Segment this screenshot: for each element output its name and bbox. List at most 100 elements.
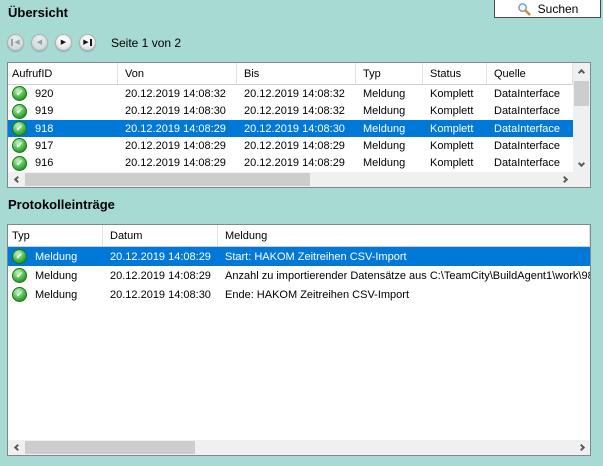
previous-page-icon: ◀ (37, 39, 42, 46)
scrollbar-corner (573, 172, 590, 187)
scroll-right-button[interactable] (574, 440, 590, 455)
cell-aufrufid: ✔916 (8, 155, 118, 172)
column-header-quelle[interactable]: Quelle (487, 63, 573, 84)
cell-typ-text: Meldung (35, 251, 77, 263)
overview-table-header: AufrufID Von Bis Typ Status Quelle (8, 63, 573, 85)
cell-typ-text: Meldung (35, 270, 77, 282)
success-icon: ✔ (12, 156, 27, 171)
last-page-icon (90, 39, 92, 46)
cell-meldung: Ende: HAKOM Zeitreihen CSV-Import (218, 285, 590, 304)
cell-meldung: Start: HAKOM Zeitreihen CSV-Import (218, 247, 590, 266)
log-table-header: Typ Datum Meldung (8, 225, 590, 247)
overview-table-body: ✔92020.12.2019 14:08:3220.12.2019 14:08:… (8, 85, 573, 172)
cell-status: Komplett (423, 137, 487, 154)
scroll-left-button[interactable] (8, 172, 24, 187)
cell-typ: Meldung (356, 102, 423, 119)
last-page-button[interactable]: ▶ (79, 34, 96, 51)
cell-status: Komplett (423, 85, 487, 102)
log-table-row[interactable]: ✔Meldung20.12.2019 14:08:29Anzahl zu imp… (8, 266, 590, 285)
overview-table: AufrufID Von Bis Typ Status Quelle ✔9202… (7, 62, 591, 188)
first-page-icon (11, 39, 13, 46)
log-table-empty-area (8, 344, 590, 441)
success-icon: ✔ (12, 138, 27, 153)
cell-quelle: DataInterface (487, 120, 573, 137)
chevron-down-icon (578, 159, 585, 166)
cell-von: 20.12.2019 14:08:32 (118, 85, 237, 102)
cell-bis: 20.12.2019 14:08:29 (237, 155, 356, 172)
last-page-icon-arrow: ▶ (83, 39, 88, 46)
column-header-von[interactable]: Von (118, 63, 237, 84)
column-header-bis[interactable]: Bis (237, 63, 356, 84)
cell-typ: ✔Meldung (8, 266, 103, 285)
log-table-row[interactable]: ✔Meldung20.12.2019 14:08:29Start: HAKOM … (8, 247, 590, 266)
log-table-row[interactable]: ✔ Meldung 20.12.2019 14:08:30Ende: HAKOM Z… (8, 285, 590, 304)
scroll-up-button[interactable] (573, 63, 590, 79)
column-header-typ[interactable]: Typ (356, 63, 423, 84)
overview-table-row[interactable]: ✔91920.12.2019 14:08:3020.12.2019 14:08:… (8, 102, 573, 119)
horizontal-scrollbar-thumb[interactable] (25, 441, 195, 454)
cell-aufrufid-text: 919 (35, 105, 53, 117)
overview-table-row[interactable]: ✔ 917 20.12.2019 14:08:2920.12.2019 14:08:… (8, 137, 573, 154)
pager: ◀ ◀ ▶ ▶ Seite 1 von 2 (7, 34, 181, 51)
cell-typ: Meldung (356, 120, 423, 137)
cell-typ: Meldung (356, 155, 423, 172)
cell-quelle: DataInterface (487, 137, 573, 154)
cell-aufrufid-text: 918 (35, 123, 53, 135)
cell-von: 20.12.2019 14:08:29 (118, 137, 237, 154)
column-header-aufrufid[interactable]: AufrufID (8, 63, 118, 84)
cell-aufrufid-text: 920 (35, 88, 53, 100)
vertical-scrollbar-thumb[interactable] (574, 81, 589, 106)
cell-quelle: DataInterface (487, 102, 573, 119)
search-icon (517, 2, 531, 16)
cell-aufrufid: ✔920 (8, 85, 118, 102)
column-header-meldung[interactable]: Meldung (218, 225, 590, 246)
overview-table-row[interactable]: ✔ 918 20.12.2019 14:08:2920.12.2019 14:08:… (8, 120, 573, 137)
first-page-button[interactable]: ◀ (7, 34, 24, 51)
horizontal-scrollbar-thumb[interactable] (25, 173, 310, 186)
chevron-right-icon (577, 444, 584, 451)
chevron-up-icon (578, 69, 585, 76)
overview-table-row[interactable]: ✔91620.12.2019 14:08:2920.12.2019 14:08:… (8, 155, 573, 172)
cell-aufrufid-text: 917 (35, 140, 53, 152)
cell-aufrufid: ✔919 (8, 102, 118, 119)
cell-typ: ✔ Meldung (8, 247, 103, 266)
scroll-right-button[interactable] (557, 172, 573, 187)
previous-page-button[interactable]: ◀ (31, 34, 48, 51)
overview-horizontal-scrollbar[interactable] (8, 172, 573, 187)
cell-status: Komplett (423, 155, 487, 172)
log-section-title: Protokolleinträge (8, 197, 115, 212)
overview-table-row[interactable]: ✔92020.12.2019 14:08:3220.12.2019 14:08:… (8, 85, 573, 102)
cell-status: Komplett (423, 120, 487, 137)
chevron-right-icon (560, 176, 567, 183)
cell-bis: 20.12.2019 14:08:29 (237, 137, 356, 154)
cell-datum: 20.12.2019 14:08:29 (103, 266, 218, 285)
column-header-typ[interactable]: Typ (8, 225, 103, 246)
success-icon: ✔ (12, 287, 27, 302)
log-table-body: ✔ Meldung 20.12.2019 14:08:29Start: HAKOM … (8, 247, 590, 344)
cell-aufrufid: ✔ 917 (8, 137, 118, 154)
cell-von: 20.12.2019 14:08:29 (118, 120, 237, 137)
cell-bis: 20.12.2019 14:08:32 (237, 85, 356, 102)
overview-vertical-scrollbar[interactable] (573, 63, 590, 172)
cell-status: Komplett (423, 102, 487, 119)
log-table: Typ Datum Meldung ✔ Meldung 20.12.2019 14:… (7, 224, 591, 456)
chevron-left-icon (13, 176, 20, 183)
search-button[interactable]: Suchen (494, 0, 601, 18)
scroll-down-button[interactable] (573, 156, 590, 172)
cell-von: 20.12.2019 14:08:30 (118, 102, 237, 119)
chevron-left-icon (13, 444, 20, 451)
cell-datum: 20.12.2019 14:08:30 (103, 285, 218, 304)
success-icon: ✔ (12, 121, 27, 136)
cell-bis: 20.12.2019 14:08:30 (237, 120, 356, 137)
next-page-icon: ▶ (61, 39, 66, 46)
scroll-left-button[interactable] (8, 440, 24, 455)
success-icon: ✔ (12, 249, 27, 264)
cell-aufrufid: ✔ 918 (8, 120, 118, 137)
page-title: Übersicht (8, 5, 68, 20)
next-page-button[interactable]: ▶ (55, 34, 72, 51)
column-header-datum[interactable]: Datum (103, 225, 218, 246)
log-horizontal-scrollbar[interactable] (8, 440, 590, 455)
cell-typ-text: Meldung (35, 289, 77, 301)
column-header-status[interactable]: Status (423, 63, 487, 84)
first-page-icon-arrow: ◀ (14, 39, 19, 46)
